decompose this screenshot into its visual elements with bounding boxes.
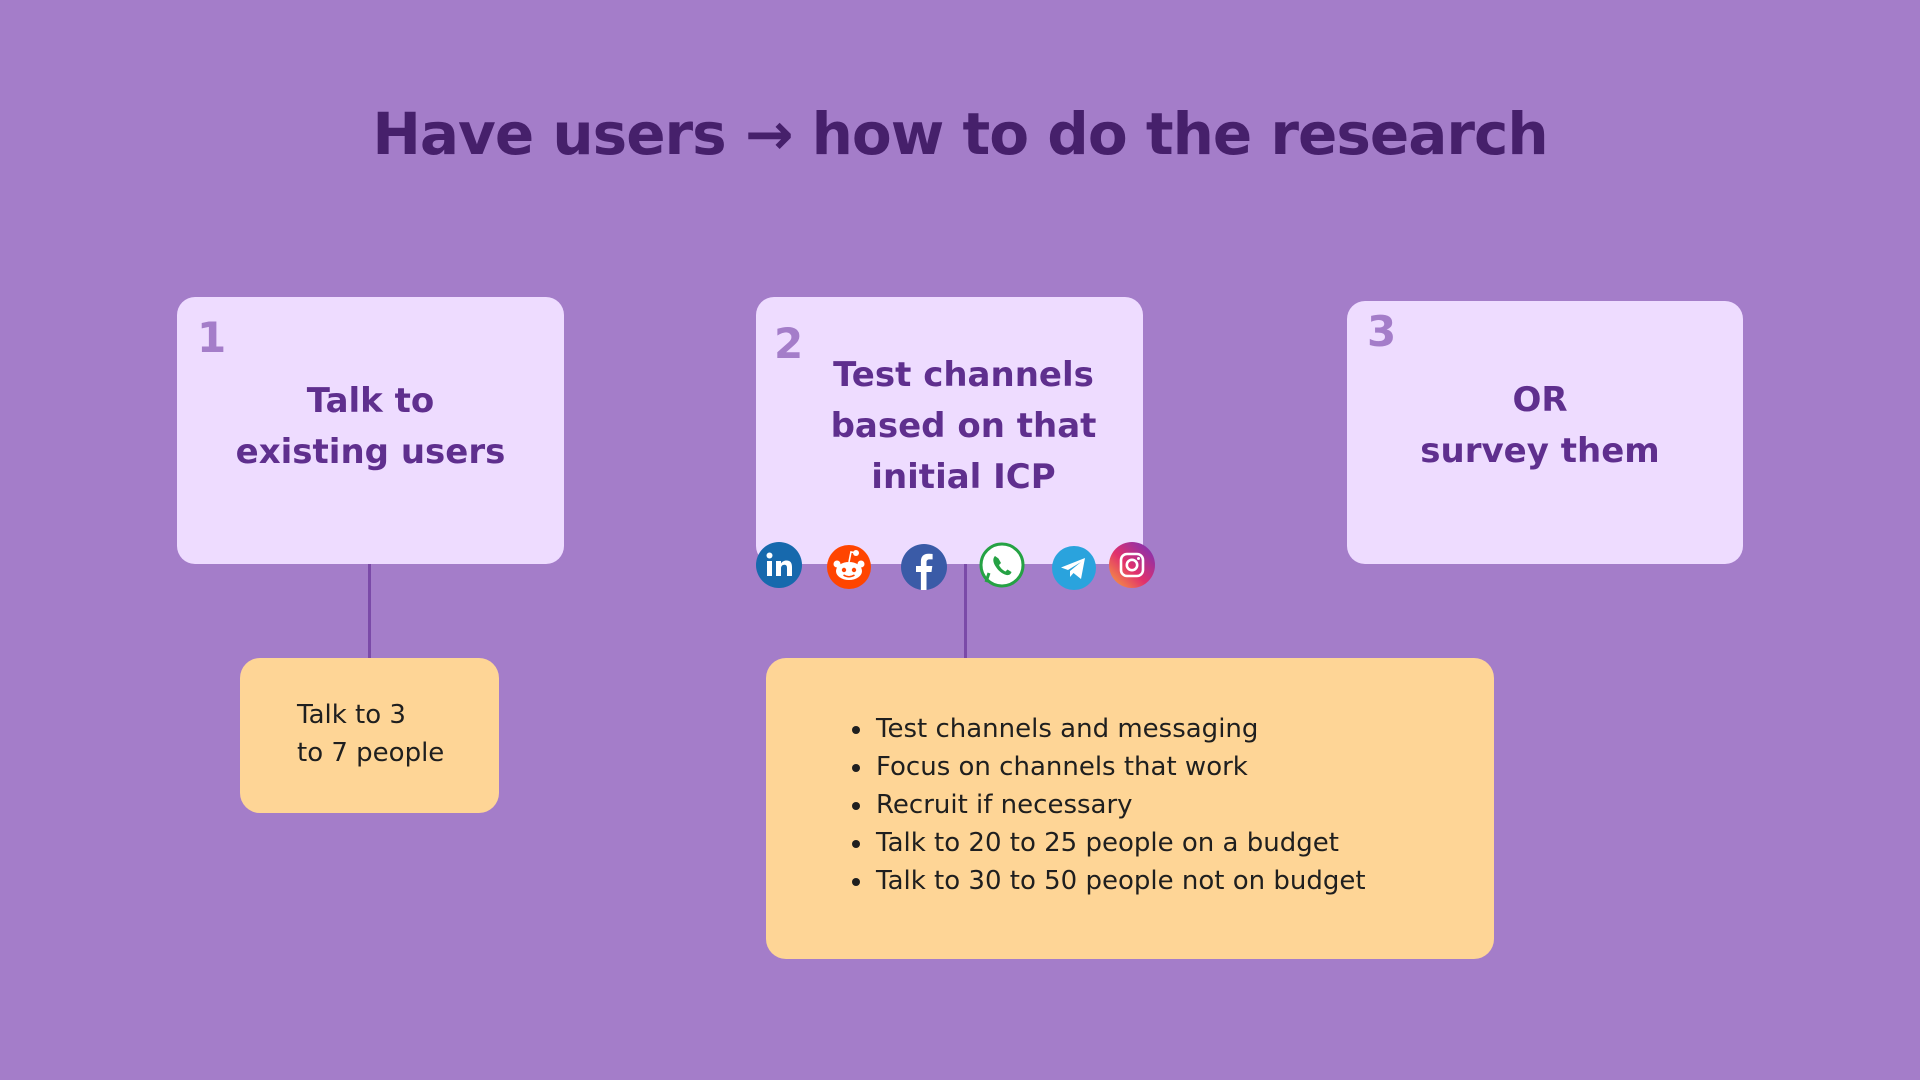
page-title: Have users → how to do the research (372, 100, 1548, 168)
step-box-3: 3 OR survey them (1347, 301, 1743, 564)
step-text-line: OR (1512, 380, 1568, 420)
facebook-icon (901, 544, 947, 590)
reddit-icon (826, 544, 872, 590)
bullet-item: Focus on channels that work (874, 748, 1366, 786)
step-number-3: 3 (1367, 307, 1397, 356)
bullet-item: Recruit if necessary (874, 786, 1366, 824)
connector-line-2 (964, 564, 967, 658)
step-text-1: Talk to existing users (177, 376, 564, 478)
step-text-3: OR survey them (1337, 375, 1743, 477)
linkedin-icon (756, 542, 802, 588)
step-text-line: Test channels (833, 355, 1094, 395)
step-text-line: initial ICP (871, 457, 1056, 497)
note-line: to 7 people (297, 738, 445, 768)
bullet-item: Talk to 20 to 25 people on a budget (874, 824, 1366, 862)
step-text-2: Test channels based on that initial ICP (784, 350, 1143, 503)
bullet-item: Talk to 30 to 50 people not on budget (874, 862, 1366, 900)
instagram-icon (1109, 542, 1155, 588)
connector-line-1 (368, 564, 371, 658)
step-text-line: Talk to (306, 381, 435, 421)
note-text-1: Talk to 3 to 7 people (297, 696, 444, 772)
step-text-line: survey them (1420, 431, 1660, 471)
whatsapp-icon (979, 542, 1025, 588)
step-number-1: 1 (197, 313, 227, 362)
step-box-1: 1 Talk to existing users (177, 297, 564, 564)
note-line: Talk to 3 (297, 700, 406, 730)
step-text-line: existing users (235, 432, 506, 472)
telegram-icon (1051, 545, 1097, 591)
step-text-line: based on that (830, 406, 1097, 446)
bullet-item: Test channels and messaging (874, 710, 1366, 748)
step-box-2: 2 Test channels based on that initial IC… (756, 297, 1143, 564)
note-bullet-list: Test channels and messaging Focus on cha… (848, 710, 1366, 900)
note-box-1: Talk to 3 to 7 people (240, 658, 499, 813)
